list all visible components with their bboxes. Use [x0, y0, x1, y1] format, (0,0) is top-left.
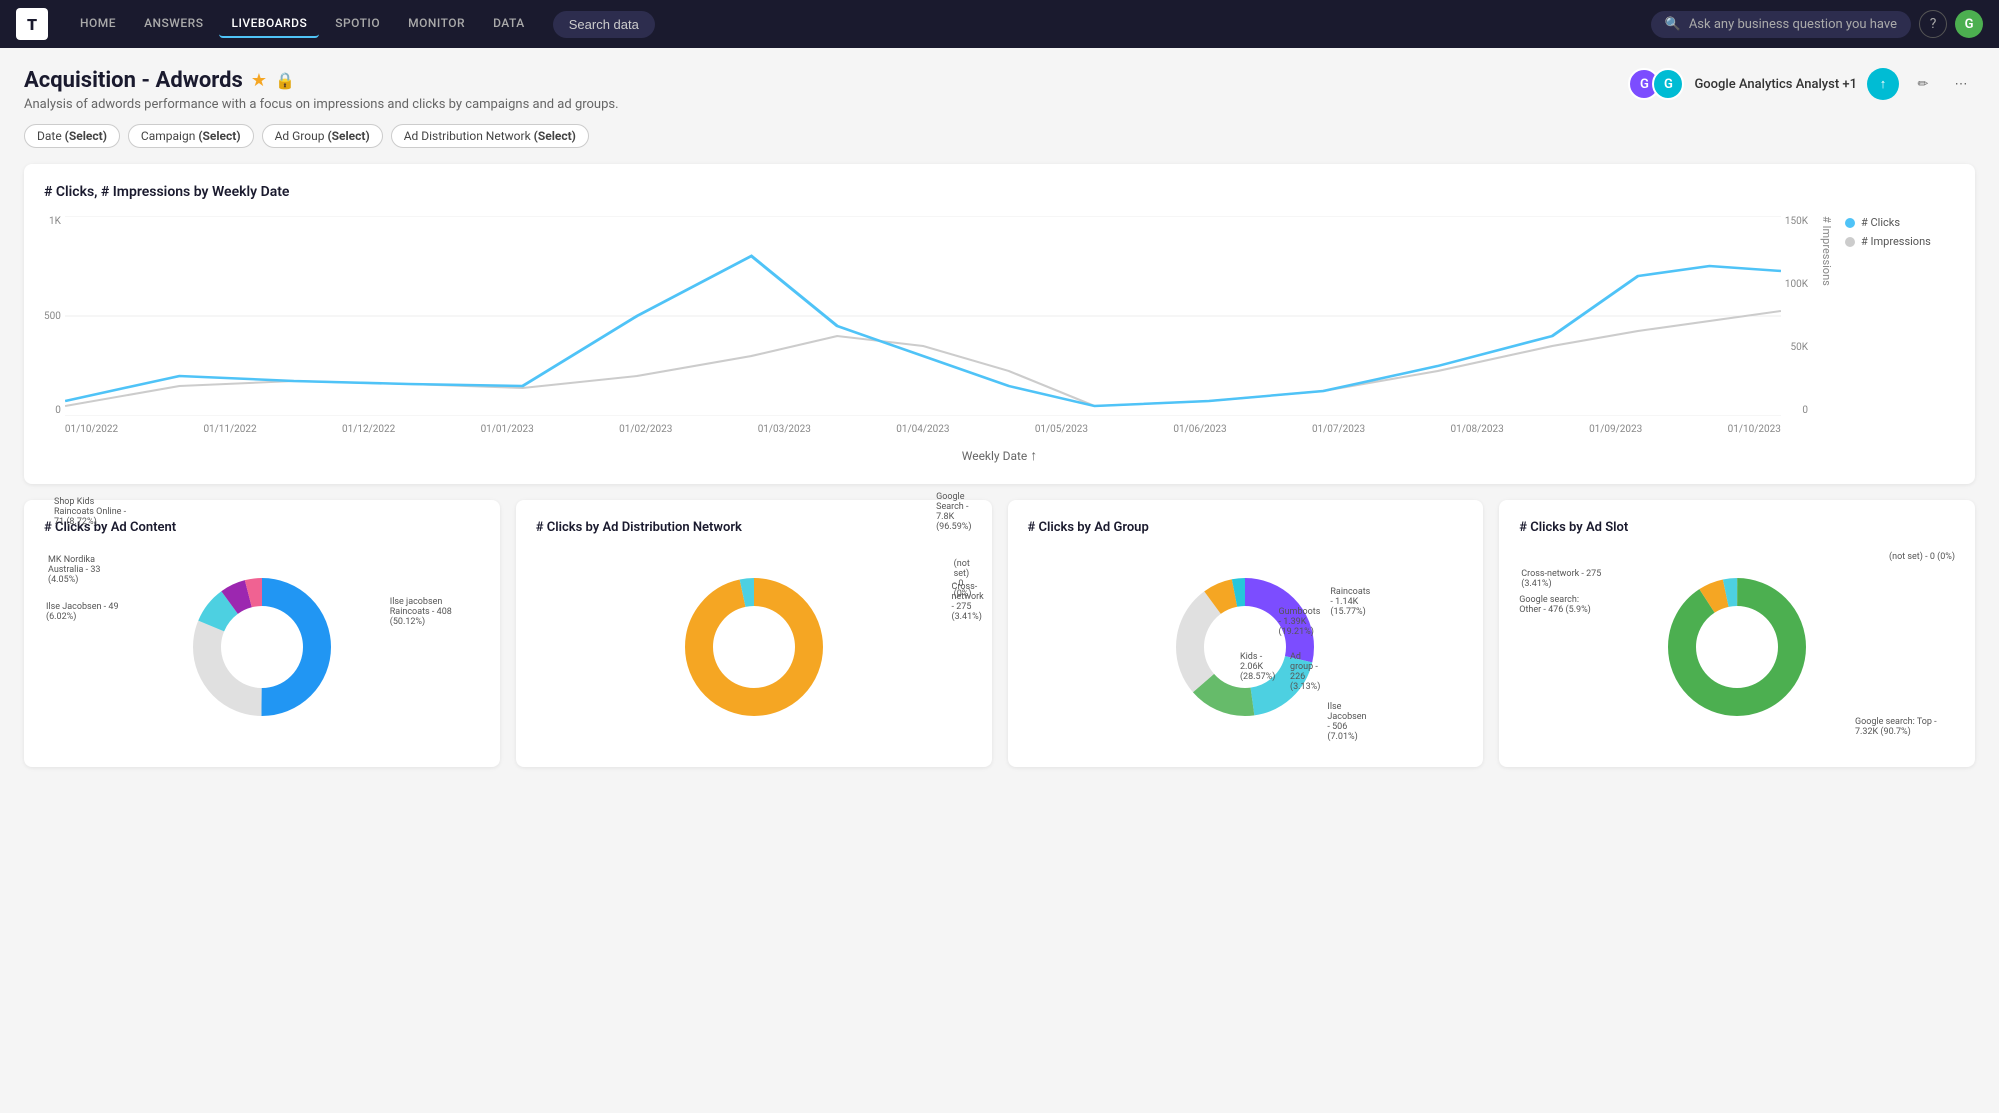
nav-data[interactable]: DATA	[481, 10, 537, 38]
chart-footer: Weekly Date ↑	[44, 447, 1955, 464]
ask-question-bar[interactable]: 🔍 Ask any business question you have	[1651, 11, 1911, 38]
filter-bar: Date (Select) Campaign (Select) Ad Group…	[24, 124, 1975, 148]
nav-monitor[interactable]: MONITOR	[396, 10, 477, 38]
nav-liveboards[interactable]: LIVEBOARDS	[219, 10, 319, 38]
donut-card-ad-slot: # Clicks by Ad Slot (not set) - 0 (0%) C…	[1499, 500, 1975, 767]
donut-card-ad-distribution: # Clicks by Ad Distribution Network (not…	[516, 500, 992, 767]
filter-distribution[interactable]: Ad Distribution Network (Select)	[391, 124, 589, 148]
donut1-label-mknordika: MK Nordika Australia - 33 (4.05%)	[48, 555, 128, 585]
donut-card-ad-content: # Clicks by Ad Content MK Nordika A	[24, 500, 500, 767]
page-header: Acquisition - Adwords ★ 🔒 Analysis of ad…	[24, 68, 1975, 112]
title-row: Acquisition - Adwords ★ 🔒	[24, 68, 619, 93]
nav-home[interactable]: HOME	[68, 10, 128, 38]
avatar-group: G G	[1628, 68, 1684, 100]
donut-card-title-3: # Clicks by Ad Group	[1028, 520, 1464, 535]
help-button[interactable]: ?	[1919, 10, 1947, 38]
donut3-label-ilse: Ilse Jacobsen - 506 (7.01%)	[1327, 702, 1366, 742]
donut2-label-notset: (not set) - 0 (0%)	[954, 559, 972, 599]
donut-chart-2: (not set) - 0 (0%) Cross-network - 275 (…	[536, 547, 972, 747]
donut4-label-other: Google search: Other - 476 (5.9%)	[1519, 595, 1599, 615]
donut4-label-notset: (not set) - 0 (0%)	[1889, 552, 1955, 562]
logo: T	[16, 8, 48, 40]
edit-button[interactable]: ✏	[1909, 70, 1937, 98]
donut-card-title-4: # Clicks by Ad Slot	[1519, 520, 1955, 535]
line-chart-title: # Clicks, # Impressions by Weekly Date	[44, 184, 1955, 200]
donut-chart-4: (not set) - 0 (0%) Cross-network - 275 (…	[1519, 547, 1955, 747]
more-options-button[interactable]: ⋯	[1947, 70, 1975, 98]
line-chart-card: # Clicks, # Impressions by Weekly Date 1…	[24, 164, 1975, 484]
page-content: Acquisition - Adwords ★ 🔒 Analysis of ad…	[0, 48, 1999, 1113]
page-subtitle: Analysis of adwords performance with a f…	[24, 97, 619, 112]
filter-date[interactable]: Date (Select)	[24, 124, 120, 148]
header-actions: G G Google Analytics Analyst +1 ↑ ✏ ⋯	[1628, 68, 1975, 100]
y-right-label: # Impressions	[1820, 216, 1833, 439]
legend-clicks: # Clicks	[1845, 216, 1955, 229]
donut-card-ad-group: # Clicks by Ad Group	[1008, 500, 1484, 767]
nav-spotio[interactable]: SPOTIO	[323, 10, 392, 38]
page-title: Acquisition - Adwords	[24, 68, 243, 93]
y-right-axis: 150K 100K 50K 0	[1785, 216, 1812, 416]
donut-card-title-1: # Clicks by Ad Content	[44, 520, 480, 535]
search-data-button[interactable]: Search data	[553, 11, 655, 38]
line-chart-svg	[65, 216, 1781, 416]
favorite-icon[interactable]: ★	[251, 70, 267, 91]
x-axis: 01/10/2022 01/11/2022 01/12/2022 01/01/2…	[65, 420, 1781, 439]
donut1-label-ilse1: Ilse jacobsen Raincoats - 408 (50.12%)	[390, 597, 480, 627]
donut-chart-1: MK Nordika Australia - 33 (4.05%) Ilse J…	[44, 547, 480, 747]
ask-placeholder-text: Ask any business question you have	[1689, 17, 1897, 32]
nav-items: HOME ANSWERS LIVEBOARDS SPOTIO MONITOR D…	[68, 10, 537, 38]
analyst-label: Google Analytics Analyst +1	[1694, 77, 1857, 92]
top-navigation: T HOME ANSWERS LIVEBOARDS SPOTIO MONITOR…	[0, 0, 1999, 48]
donut3-label-raincoats: Raincoats - 1.14K (15.77%)	[1330, 587, 1370, 617]
donut4-label-top: Google search: Top - 7.32K (90.7%)	[1855, 717, 1955, 737]
lock-icon: 🔒	[275, 71, 295, 90]
donut-card-title-2: # Clicks by Ad Distribution Network	[536, 520, 972, 535]
filter-campaign[interactable]: Campaign (Select)	[128, 124, 254, 148]
donut-cards-grid: # Clicks by Ad Content MK Nordika A	[24, 500, 1975, 767]
legend-dot-impressions	[1845, 237, 1855, 247]
donut-chart-3: Ad group - 226 (3.13%) Kids - 2.06K (28.…	[1028, 547, 1464, 747]
nav-answers[interactable]: ANSWERS	[132, 10, 215, 38]
donut4-label-crossnet: Cross-network - 275 (3.41%)	[1521, 569, 1611, 589]
filter-adgroup[interactable]: Ad Group (Select)	[262, 124, 383, 148]
donut1-label-ilse2: Ilse Jacobsen - 49 (6.02%)	[46, 602, 121, 622]
sort-icon[interactable]: ↑	[1030, 448, 1037, 464]
share-button[interactable]: ↑	[1867, 68, 1899, 100]
avatar-user2: G	[1652, 68, 1684, 100]
donut2-label-crossnet: Cross-network - 275 (3.41%)	[952, 582, 984, 622]
y-left-axis: 1K 500 0	[44, 216, 61, 416]
legend-dot-clicks	[1845, 218, 1855, 228]
search-icon: 🔍	[1665, 17, 1681, 32]
user-avatar[interactable]: G	[1955, 10, 1983, 38]
legend-impressions: # Impressions	[1845, 235, 1955, 248]
